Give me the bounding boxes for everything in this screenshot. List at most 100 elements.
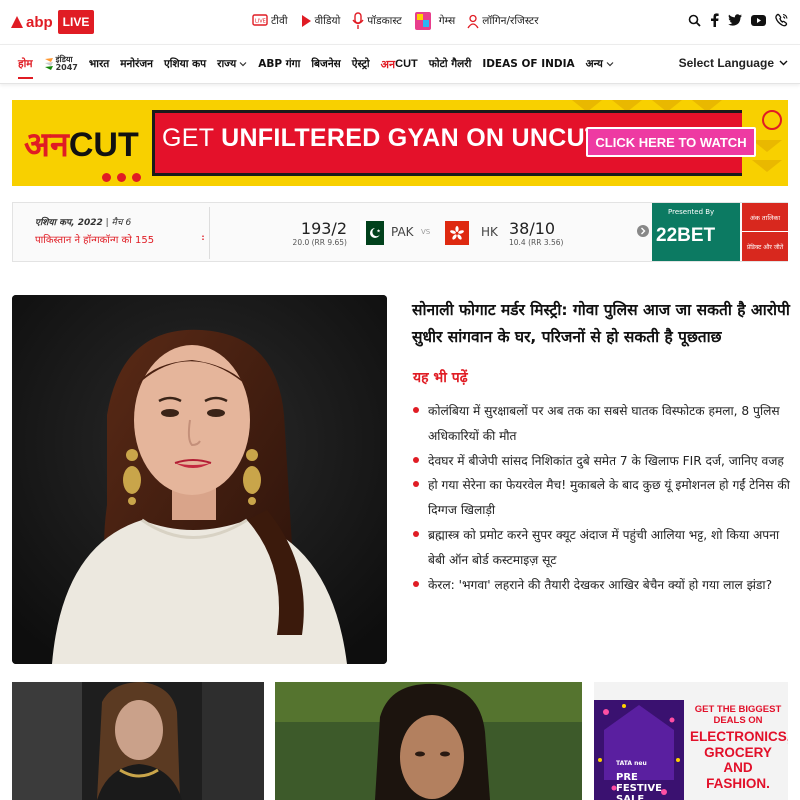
presented-by-label: Presented By [668, 208, 715, 216]
ad-sale-text: PRE FESTIVE SALE [616, 772, 662, 800]
youtube-icon[interactable] [751, 14, 766, 26]
topnav-tv[interactable]: LIVE टीवी [252, 14, 288, 28]
language-select[interactable]: Select Language [679, 56, 788, 70]
versus-label: VS [421, 228, 431, 236]
topnav-tv-label: टीवी [271, 15, 288, 27]
nav-item-uncut[interactable]: अन CUT [381, 57, 418, 72]
chevron-down-icon [779, 60, 788, 66]
banner-title: GET UNFILTERED GYAN ON UNCUT [162, 124, 601, 153]
team2-name: HK [481, 225, 498, 239]
next-match-button[interactable] [637, 225, 649, 237]
related-story-link[interactable]: ब्रह्मास्त्र को प्रमोट करने सुपर क्यूट अ… [428, 528, 779, 567]
score-series: एशिया कप, 2022 | मैच 6 [35, 218, 132, 228]
live-tv-icon: LIVE [252, 14, 268, 26]
watch-now-button[interactable]: CLICK HERE TO WATCH [586, 127, 756, 157]
phone-icon[interactable] [775, 13, 788, 27]
nav-item-astro[interactable]: ऐस्ट्रो [352, 57, 370, 71]
related-story-item[interactable]: देवघर में बीजेपी सांसद निशिकांत दुबे समे… [413, 449, 791, 474]
nav-uncut-black: CUT [395, 58, 418, 70]
topnav-podcast[interactable]: पॉडकास्ट [352, 12, 402, 30]
score-series-name: एशिया कप, 2022 [35, 218, 103, 228]
story-photo-1 [12, 682, 264, 800]
related-story-link[interactable]: देवघर में बीजेपी सांसद निशिकांत दुबे समे… [428, 454, 784, 468]
social-links [679, 13, 788, 27]
portrait-photo [12, 295, 387, 664]
topnav-games[interactable]: गेम्स [414, 11, 455, 31]
topnav-login[interactable]: लॉगिन/रजिस्टर [467, 14, 539, 29]
hongkong-flag-icon [445, 221, 469, 245]
nav-item-business[interactable]: बिजनेस [311, 57, 340, 71]
nav-item-asia-cup[interactable]: एशिया कप [164, 57, 206, 71]
chevron-down-icon [606, 62, 614, 67]
nav-item-abp-ganga[interactable]: ABP गंगा [258, 57, 300, 71]
nav-item-india2047[interactable]: इंडिया 2047 [44, 56, 78, 72]
team2-score: 38/10 [509, 219, 556, 238]
tata-neu-ad[interactable]: TATA neu PRE FESTIVE SALE GET THE BIGGES… [594, 682, 788, 800]
story-photo-2 [275, 682, 582, 800]
topnav-video[interactable]: वीडियो [300, 14, 340, 28]
related-story-item[interactable]: केरल: 'भगवा' लहराने की तैयारी देखकर आखिर… [413, 573, 791, 598]
pakistan-flag-icon [360, 221, 384, 245]
facebook-icon[interactable] [710, 13, 719, 27]
nav-item-photo-gallery[interactable]: फोटो गैलरी [429, 57, 472, 71]
microphone-icon [352, 12, 364, 29]
nav-item-more-label: अन्य [585, 58, 603, 70]
play-icon [301, 15, 311, 27]
main-story-image[interactable] [12, 295, 387, 664]
topnav-games-label: गेम्स [438, 15, 456, 27]
abp-live-logo[interactable]: abp LIVE [10, 9, 95, 35]
related-story-item[interactable]: ब्रह्मास्त्र को प्रमोट करने सुपर क्यूट अ… [413, 523, 791, 573]
score-match-no: मैच 6 [111, 218, 132, 228]
flag-stripes-icon [44, 58, 53, 70]
story-card-image-2[interactable] [275, 682, 582, 800]
points-table-button[interactable]: अंक तालिका [742, 203, 788, 232]
twitter-icon[interactable] [728, 14, 742, 26]
related-story-link[interactable]: हो गया सेरेना का फेयरवेल मैच! मुकाबले के… [428, 478, 790, 517]
related-story-item[interactable]: हो गया सेरेना का फेयरवेल मैच! मुकाबले के… [413, 473, 791, 523]
svg-text:LIVE: LIVE [255, 19, 266, 25]
live-score-widget[interactable]: एशिया कप, 2022 | मैच 6 पाकिस्तान ने हॉन्… [12, 202, 788, 262]
predict-win-button[interactable]: प्रेडिक्ट और जीतें [742, 232, 788, 261]
abp-triangle-icon [11, 16, 23, 28]
team1-name: PAK [391, 225, 414, 239]
uncut-logo-red: अन [24, 126, 69, 164]
score-divider [209, 207, 210, 259]
team2-overs: 10.4 (RR 3.56) [509, 238, 564, 247]
india2047-year: 2047 [55, 63, 78, 72]
nav-item-more[interactable]: अन्य [586, 57, 614, 71]
uncut-logo: अनCUT [24, 120, 139, 166]
main-nav: होम इंडिया 2047 भारत मनोरंजन एशिया कप रा… [0, 44, 800, 84]
banner-title-prefix: GET [162, 124, 222, 152]
score-result: पाकिस्तान ने हॉन्गकॉन्ग को 155 [35, 235, 155, 246]
team1-score: 193/2 [300, 219, 347, 238]
abp-logo: abp [10, 14, 53, 31]
topnav-podcast-label: पॉडकास्ट [367, 15, 402, 27]
sponsor-logo: 22BET [656, 225, 716, 246]
nav-item-entertainment[interactable]: मनोरंजन [120, 57, 153, 71]
nav-item-home[interactable]: होम [18, 57, 33, 79]
nav-item-states-label: राज्य [217, 58, 237, 70]
nav-items: होम इंडिया 2047 भारत मनोरंजन एशिया कप रा… [18, 45, 625, 83]
team1-overs: 20.0 (RR 9.65) [292, 238, 347, 247]
related-story-link[interactable]: कोलंबिया में सुरक्षाबलों पर अब तक का सबस… [428, 404, 780, 443]
ad-headline: GET THE BIGGEST DEALS ON [694, 704, 782, 726]
sponsor-22bet[interactable]: Presented By 22BET [652, 203, 740, 261]
story-card-image-1[interactable] [12, 682, 264, 800]
search-icon[interactable] [688, 14, 701, 27]
related-story-link[interactable]: केरल: 'भगवा' लहराने की तैयारी देखकर आखिर… [428, 578, 772, 592]
logo-text: abp [26, 13, 53, 31]
top-nav: LIVE टीवी वीडियो पॉडकास्ट गेम्स लॉगिन/रज… [252, 11, 551, 31]
main-story-headline[interactable]: सोनाली फोगाट मर्डर मिस्ट्री: गोवा पुलिस … [412, 297, 792, 351]
topnav-login-label: लॉगिन/रजिस्टर [482, 15, 539, 27]
nav-item-states[interactable]: राज्य [217, 57, 247, 71]
top-bar: abp LIVE LIVE टीवी वीडियो पॉडकास्ट गेम्स… [0, 0, 800, 44]
nav-uncut-red: अन [380, 58, 396, 71]
uncut-logo-black: CUT [68, 126, 139, 164]
india2047-logo: इंडिया 2047 [44, 56, 78, 72]
nav-item-ideas-of-india[interactable]: IDEAS OF INDIA [482, 58, 574, 70]
language-select-label: Select Language [678, 56, 774, 70]
related-story-item[interactable]: कोलंबिया में सुरक्षाबलों पर अब तक का सबस… [413, 399, 791, 449]
related-stories-list: कोलंबिया में सुरक्षाबलों पर अब तक का सबस… [413, 399, 791, 597]
nav-item-india[interactable]: भारत [89, 57, 109, 71]
user-icon [467, 14, 479, 28]
